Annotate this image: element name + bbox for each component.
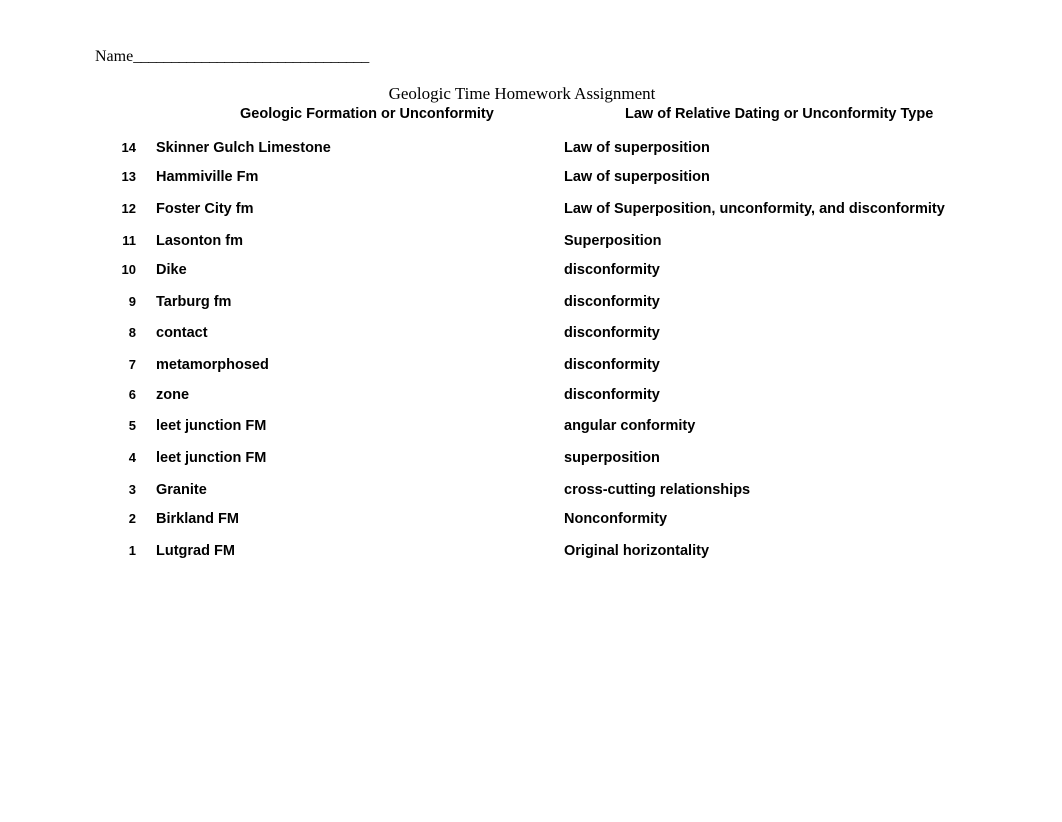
row-law[interactable]: disconformity: [564, 260, 660, 280]
row-formation[interactable]: Tarburg fm: [156, 292, 231, 312]
row-formation[interactable]: zone: [156, 385, 189, 405]
row-law[interactable]: Law of superposition: [564, 167, 710, 187]
table-row: 7 metamorphosed disconformity: [0, 355, 1062, 377]
row-formation[interactable]: Foster City fm: [156, 199, 254, 219]
table-row: 1 Lutgrad FM Original horizontality: [0, 541, 1062, 563]
row-formation[interactable]: Hammiville Fm: [156, 167, 258, 187]
table-row: 6 zone disconformity: [0, 385, 1062, 407]
table-row: 13 Hammiville Fm Law of superposition: [0, 167, 1062, 189]
row-formation[interactable]: Skinner Gulch Limestone: [156, 138, 331, 158]
row-formation[interactable]: Lutgrad FM: [156, 541, 235, 561]
row-law[interactable]: superposition: [564, 448, 660, 468]
row-formation[interactable]: contact: [156, 323, 208, 343]
row-law[interactable]: Original horizontality: [564, 541, 709, 561]
row-law[interactable]: angular conformity: [564, 416, 695, 436]
table-row: 5 leet junction FM angular conformity: [0, 416, 1062, 438]
row-law[interactable]: disconformity: [564, 323, 660, 343]
row-law[interactable]: disconformity: [564, 385, 660, 405]
row-formation[interactable]: Granite: [156, 480, 207, 500]
row-formation[interactable]: Dike: [156, 260, 187, 280]
row-number: 1: [128, 543, 136, 558]
row-formation[interactable]: leet junction FM: [156, 416, 266, 436]
row-formation[interactable]: Lasonton fm: [156, 231, 243, 251]
row-number: 7: [128, 357, 136, 372]
row-number: 6: [128, 387, 136, 402]
row-law[interactable]: disconformity: [564, 355, 660, 375]
table-row: 2 Birkland FM Nonconformity: [0, 509, 1062, 531]
table-row: 8 contact disconformity: [0, 323, 1062, 345]
row-law[interactable]: Law of superposition: [564, 138, 710, 158]
row-law[interactable]: Law of Superposition, unconformity, and …: [564, 199, 945, 219]
table-row: 14 Skinner Gulch Limestone Law of superpos…: [0, 138, 1062, 160]
row-formation[interactable]: metamorphosed: [156, 355, 269, 375]
table-row: 10 Dike disconformity: [0, 260, 1062, 282]
row-law[interactable]: cross-cutting relationships: [564, 480, 750, 500]
row-number: 9: [128, 294, 136, 309]
row-law[interactable]: Superposition: [564, 231, 661, 251]
row-law[interactable]: Nonconformity: [564, 509, 667, 529]
row-number: 13: [121, 169, 136, 184]
row-number: 14: [121, 140, 136, 155]
row-number: 8: [128, 325, 136, 340]
table-row: 4 leet junction FM superposition: [0, 448, 1062, 470]
row-law[interactable]: disconformity: [564, 292, 660, 312]
row-number: 3: [128, 482, 136, 497]
table-row: 12 Foster City fm Law of Superposition, un…: [0, 199, 1062, 221]
row-number: 4: [128, 450, 136, 465]
document-page: Name_______________________________ Geol…: [0, 0, 1062, 822]
table-row: 11 Lasonton fm Superposition: [0, 231, 1062, 253]
row-formation[interactable]: Birkland FM: [156, 509, 239, 529]
row-number: 11: [122, 233, 136, 248]
table-row: 9 Tarburg fm disconformity: [0, 292, 1062, 314]
table-row: 3 Granite cross-cutting relationships: [0, 480, 1062, 502]
row-number: 10: [121, 262, 136, 277]
assignment-table: 14 Skinner Gulch Limestone Law of superpos…: [0, 0, 1062, 822]
row-number: 12: [121, 201, 136, 216]
row-number: 5: [128, 418, 136, 433]
row-number: 2: [128, 511, 136, 526]
row-formation[interactable]: leet junction FM: [156, 448, 266, 468]
